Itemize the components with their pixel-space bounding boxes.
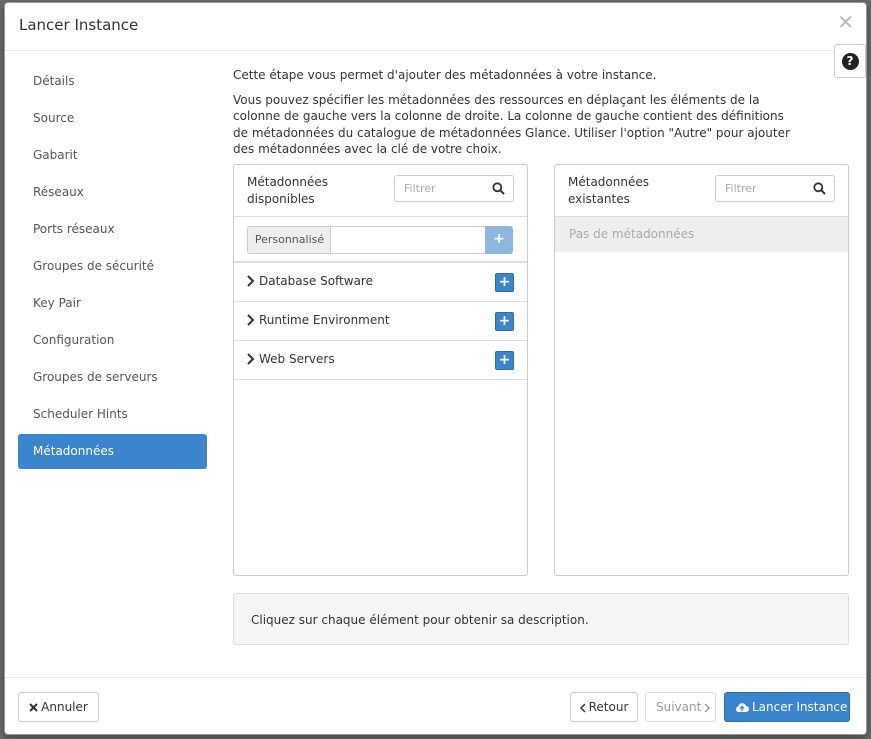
chevron-right-icon: [704, 702, 711, 713]
metadata-group-label: Web Servers: [259, 352, 335, 366]
search-icon[interactable]: [813, 182, 826, 195]
metadata-group-row[interactable]: Database Software +: [234, 263, 527, 302]
nav-item-networks[interactable]: Réseaux: [18, 175, 207, 210]
add-group-button[interactable]: +: [495, 351, 514, 370]
step-intro: Cette étape vous permet d'ajouter des mé…: [233, 67, 793, 166]
back-label: Retour: [588, 700, 629, 714]
metadata-group-row[interactable]: Runtime Environment +: [234, 302, 527, 341]
existing-filter-input[interactable]: [716, 176, 808, 201]
close-icon[interactable]: ✕: [837, 12, 854, 32]
search-icon[interactable]: [492, 182, 505, 195]
chevron-right-icon: [247, 314, 255, 326]
close-icon: [29, 703, 38, 712]
available-metadata-panel: Métadonnées disponibles Personnalisé + D…: [233, 164, 528, 576]
metadata-group-row[interactable]: Web Servers +: [234, 341, 527, 380]
existing-title-line2: existantes: [568, 192, 630, 206]
existing-panel-header: Métadonnées existantes: [555, 165, 848, 217]
empty-metadata-message: Pas de métadonnées: [555, 217, 848, 252]
nav-item-key-pair[interactable]: Key Pair: [18, 286, 207, 321]
chevron-right-icon: [247, 353, 255, 365]
nav-item-source[interactable]: Source: [18, 101, 207, 136]
nav-item-scheduler-hints[interactable]: Scheduler Hints: [18, 397, 207, 432]
question-icon: ?: [841, 52, 859, 70]
description-box: Cliquez sur chaque élément pour obtenir …: [233, 593, 849, 645]
dialog-title: Lancer Instance: [19, 16, 139, 34]
existing-panel-title: Métadonnées existantes: [568, 174, 649, 208]
nav-item-configuration[interactable]: Configuration: [18, 323, 207, 358]
existing-metadata-panel: Métadonnées existantes Pas de métadonnée…: [554, 164, 849, 576]
nav-item-details[interactable]: Détails: [18, 64, 207, 99]
existing-filter: [715, 175, 835, 202]
help-button[interactable]: ?: [834, 44, 866, 78]
cancel-button[interactable]: Annuler: [18, 692, 99, 722]
custom-add-button[interactable]: +: [485, 226, 513, 254]
intro-text-1: Cette étape vous permet d'ajouter des mé…: [233, 68, 657, 82]
custom-metadata-row: Personnalisé +: [234, 217, 527, 263]
available-panel-title: Métadonnées disponibles: [247, 174, 328, 208]
custom-key-input[interactable]: [330, 226, 486, 254]
cancel-label: Annuler: [41, 700, 88, 714]
available-filter-input[interactable]: [395, 176, 487, 201]
available-filter: [394, 175, 514, 202]
cloud-upload-icon: [736, 703, 749, 712]
next-label: Suivant: [656, 700, 702, 714]
wizard-nav: Détails Source Gabarit Réseaux Ports rés…: [18, 64, 207, 471]
dialog-footer: Annuler Retour Suivant Lancer Instance: [5, 677, 866, 736]
next-button[interactable]: Suivant: [645, 692, 716, 722]
nav-item-network-ports[interactable]: Ports réseaux: [18, 212, 207, 247]
add-group-button[interactable]: +: [495, 312, 514, 331]
chevron-right-icon: [247, 275, 255, 287]
chevron-left-icon: [579, 702, 586, 713]
launch-instance-button[interactable]: Lancer Instance: [724, 692, 850, 722]
custom-label: Personnalisé: [247, 226, 331, 254]
nav-item-security-groups[interactable]: Groupes de sécurité: [18, 249, 207, 284]
metadata-group-label: Runtime Environment: [259, 313, 390, 327]
metadata-group-label: Database Software: [259, 274, 373, 288]
available-title-line1: Métadonnées: [247, 175, 328, 189]
nav-item-metadata[interactable]: Métadonnées: [18, 434, 207, 469]
add-group-button[interactable]: +: [495, 273, 514, 292]
dialog-header: Lancer Instance ✕: [5, 3, 866, 51]
nav-item-flavor[interactable]: Gabarit: [18, 138, 207, 173]
available-title-line2: disponibles: [247, 192, 315, 206]
launch-instance-dialog: Lancer Instance ✕ ? Détails Source Gabar…: [4, 2, 867, 735]
back-button[interactable]: Retour: [570, 692, 638, 722]
available-panel-header: Métadonnées disponibles: [234, 165, 527, 217]
nav-item-server-groups[interactable]: Groupes de serveurs: [18, 360, 207, 395]
intro-text-2: Vous pouvez spécifier les métadonnées de…: [233, 92, 790, 157]
existing-title-line1: Métadonnées: [568, 175, 649, 189]
launch-label: Lancer Instance: [752, 700, 848, 714]
